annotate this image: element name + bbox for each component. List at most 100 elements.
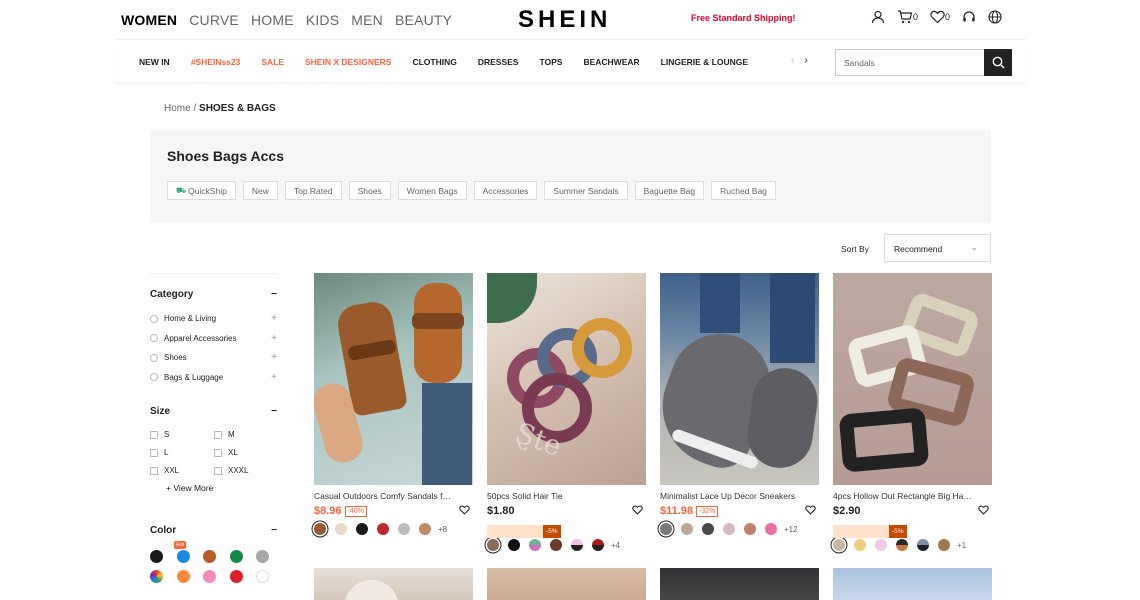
swatch[interactable]	[592, 539, 604, 551]
product-name[interactable]: Minimalist Lace Up Decor Sneakers	[660, 491, 800, 501]
heart-icon[interactable]	[978, 505, 989, 515]
swatch[interactable]	[550, 539, 562, 551]
swatch[interactable]	[917, 539, 929, 551]
top-category-home[interactable]: HOME	[251, 12, 294, 28]
swatch[interactable]	[419, 523, 431, 535]
view-more-sizes[interactable]: + View More	[166, 483, 277, 493]
category-item-bags-luggage[interactable]: Bags & Luggage +	[150, 368, 277, 388]
swatch[interactable]	[938, 539, 950, 551]
size-option-xxl[interactable]: XXL	[150, 466, 214, 475]
bag-button[interactable]: 0	[897, 10, 918, 24]
swatch[interactable]	[854, 539, 866, 551]
nav-dresses[interactable]: DRESSES	[478, 57, 519, 67]
color-swatch-multicolor[interactable]	[150, 570, 163, 583]
chip-women-bags[interactable]: Women Bags	[397, 181, 467, 200]
expand-icon[interactable]: +	[271, 333, 277, 344]
color-swatch-blue[interactable]: Hot	[173, 541, 190, 563]
heart-icon[interactable]	[805, 505, 816, 515]
product-image[interactable]	[833, 568, 992, 600]
swatch[interactable]	[377, 523, 389, 535]
category-item-shoes[interactable]: Shoes +	[150, 348, 277, 368]
category-item-home-living[interactable]: Home & Living +	[150, 309, 277, 329]
expand-icon[interactable]: +	[271, 352, 277, 363]
chip-summer-sandals[interactable]: Summer Sandals	[544, 181, 628, 200]
color-swatch-green[interactable]	[229, 550, 243, 563]
nav-clothing[interactable]: CLOTHING	[412, 57, 456, 67]
swatch[interactable]	[681, 523, 693, 535]
size-option-m[interactable]: M	[214, 430, 274, 439]
chip-baguette-bag[interactable]: Baguette Bag	[634, 181, 705, 200]
top-category-women[interactable]: WOMEN	[121, 12, 177, 28]
product-card[interactable]: 4pcs Hollow Out Rectangle Big Hair Claw …	[833, 273, 992, 551]
nav-beachwear[interactable]: BEACHWEAR	[583, 57, 639, 67]
color-swatch-orange[interactable]	[176, 570, 190, 583]
expand-icon[interactable]: +	[271, 372, 277, 383]
free-shipping-banner[interactable]: Free Standard Shipping!	[691, 13, 796, 23]
chip-shoes[interactable]: Shoes	[348, 181, 391, 200]
top-category-beauty[interactable]: BEAUTY	[395, 12, 452, 28]
category-item-apparel-accessories[interactable]: Apparel Accessories +	[150, 329, 277, 349]
search-button[interactable]	[984, 49, 1012, 76]
swatch[interactable]	[723, 523, 735, 535]
size-option-xxxl[interactable]: XXXL	[214, 466, 274, 475]
size-option-l[interactable]: L	[150, 448, 214, 457]
product-image[interactable]	[314, 273, 473, 485]
product-card[interactable]: Casual Outdoors Comfy Sandals for Women …	[314, 273, 473, 535]
product-image[interactable]	[660, 568, 819, 600]
color-filter-header[interactable]: Color −	[150, 525, 277, 536]
search-input[interactable]: Sandals	[835, 49, 985, 76]
swatch[interactable]	[508, 539, 520, 551]
sort-dropdown[interactable]: Recommend ⌄	[884, 234, 991, 262]
color-swatch-red[interactable]	[229, 570, 243, 583]
more-colors[interactable]: +12	[784, 525, 798, 534]
swatch[interactable]	[660, 523, 672, 535]
swatch[interactable]	[529, 539, 541, 551]
chip-ruched-bag[interactable]: Ruched Bag	[711, 181, 776, 200]
globe-icon[interactable]	[988, 10, 1002, 24]
support-icon[interactable]	[962, 10, 976, 24]
heart-icon[interactable]	[459, 505, 470, 515]
top-category-kids[interactable]: KIDS	[306, 12, 339, 28]
size-option-s[interactable]: S	[150, 430, 214, 439]
swatch[interactable]	[314, 523, 326, 535]
swatch[interactable]	[765, 523, 777, 535]
product-card[interactable]: Minimalist Lace Up Decor Sneakers $11.98…	[660, 273, 819, 535]
product-name[interactable]: Casual Outdoors Comfy Sandals for Women	[314, 491, 454, 501]
top-category-men[interactable]: MEN	[351, 12, 383, 28]
chip-top-rated[interactable]: Top Rated	[284, 181, 342, 200]
more-colors[interactable]: +8	[438, 525, 447, 534]
chip-accessories[interactable]: Accessories	[473, 181, 538, 200]
nav-new-in[interactable]: NEW IN	[139, 57, 170, 67]
swatch[interactable]	[833, 539, 845, 551]
size-filter-header[interactable]: Size −	[150, 406, 277, 417]
category-filter-header[interactable]: Category −	[150, 289, 277, 300]
color-swatch-white[interactable]	[256, 570, 269, 583]
nav-shein-x-designers[interactable]: SHEIN X DESIGNERS	[305, 57, 391, 67]
product-image[interactable]	[833, 273, 992, 485]
shein-logo[interactable]: SHEIN	[518, 6, 611, 34]
product-image[interactable]	[487, 568, 646, 600]
nav-tops[interactable]: TOPS	[539, 57, 562, 67]
nav-lingerie-lounge[interactable]: LINGERIE & LOUNGE	[661, 57, 748, 67]
chip-new[interactable]: New	[242, 181, 278, 200]
account-icon[interactable]	[871, 10, 885, 24]
product-image[interactable]: Ȿte	[487, 273, 646, 485]
swatch[interactable]	[356, 523, 368, 535]
swatch[interactable]	[875, 539, 887, 551]
color-swatch-brown[interactable]	[203, 550, 216, 563]
swatch[interactable]	[744, 523, 756, 535]
product-image[interactable]	[660, 273, 819, 485]
top-category-curve[interactable]: CURVE	[189, 12, 239, 28]
wishlist-button[interactable]: 0	[930, 10, 950, 24]
breadcrumb-home[interactable]: Home	[164, 103, 191, 114]
product-image[interactable]	[314, 568, 473, 600]
swatch[interactable]	[398, 523, 410, 535]
color-swatch-black[interactable]	[150, 550, 163, 563]
swatch[interactable]	[896, 539, 908, 551]
heart-icon[interactable]	[632, 505, 643, 515]
color-swatch-pink[interactable]	[203, 570, 216, 583]
nav-sale[interactable]: SALE	[261, 57, 284, 67]
swatch[interactable]	[702, 523, 714, 535]
swatch[interactable]	[571, 539, 583, 551]
swatch[interactable]	[487, 539, 499, 551]
